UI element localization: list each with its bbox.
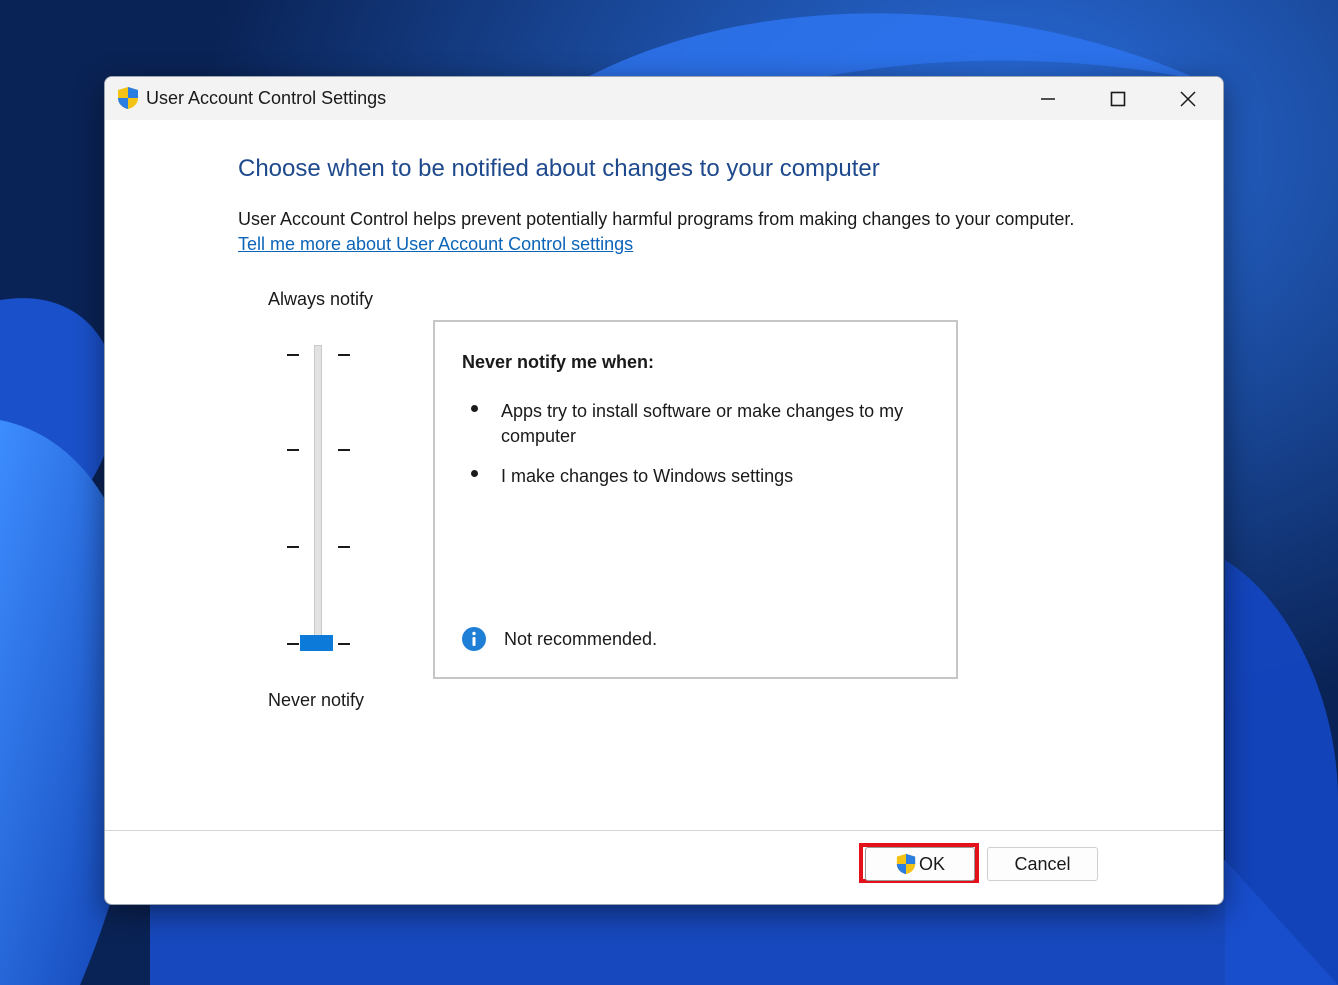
description-text: User Account Control helps prevent poten…: [238, 209, 1075, 229]
not-recommended-note: Not recommended.: [504, 629, 658, 649]
bullet-dot: [471, 470, 478, 477]
info-icon: [462, 627, 486, 651]
close-button[interactable]: [1153, 77, 1223, 120]
slider-tick: [338, 643, 350, 645]
maximize-icon: [1110, 91, 1126, 106]
slider-tick: [338, 354, 350, 356]
title-bar[interactable]: User Account Control Settings: [105, 77, 1223, 120]
slider-tick: [287, 449, 299, 451]
uac-settings-window: User Account Control Settings Choose whe…: [104, 76, 1224, 905]
slider-track[interactable]: [314, 345, 322, 647]
notification-level-slider[interactable]: [275, 337, 365, 657]
slider-tick: [287, 643, 299, 645]
page-heading: Choose when to be notified about changes…: [238, 155, 880, 182]
slider-tick: [287, 354, 299, 356]
level-description-panel: Never notify me when: Apps try to instal…: [433, 320, 958, 679]
slider-tick: [338, 546, 350, 548]
uac-shield-icon: [118, 87, 138, 109]
learn-more-link[interactable]: Tell me more about User Account Control …: [238, 234, 633, 255]
minimize-button[interactable]: [1013, 77, 1083, 120]
slider-thumb[interactable]: [300, 635, 333, 651]
always-notify-label: Always notify: [268, 289, 374, 309]
panel-list-item: I make changes to Windows settings: [501, 466, 794, 486]
window-title: User Account Control Settings: [146, 88, 387, 108]
close-icon: [1180, 90, 1196, 107]
slider-tick: [338, 449, 350, 451]
bullet-dot: [471, 405, 478, 412]
ok-button-label: OK: [918, 853, 945, 874]
minimize-icon: [1041, 97, 1055, 100]
panel-heading: Never notify me when:: [462, 352, 655, 372]
panel-list-item: Apps try to install software or make cha…: [501, 401, 904, 446]
ok-button[interactable]: OK: [865, 847, 975, 881]
maximize-button[interactable]: [1083, 77, 1153, 120]
cancel-button-label: Cancel: [1014, 853, 1071, 874]
footer-divider: [105, 830, 1223, 831]
uac-shield-icon: [896, 853, 916, 875]
never-notify-label: Never notify: [268, 690, 365, 710]
slider-tick: [287, 546, 299, 548]
cancel-button[interactable]: Cancel: [987, 847, 1098, 881]
